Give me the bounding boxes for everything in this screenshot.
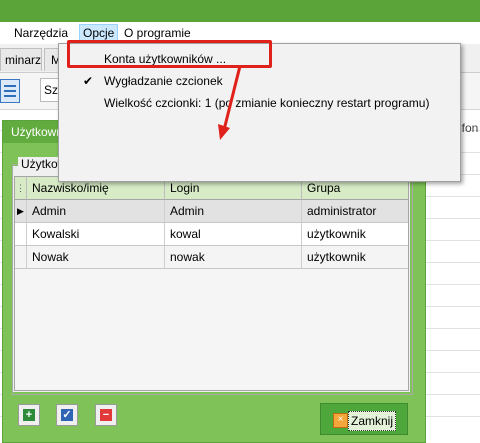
cell-name: Nowak: [27, 246, 165, 268]
row-selector: [15, 246, 27, 268]
cell-login: nowak: [165, 246, 302, 268]
annotation-arrow-icon: [218, 65, 242, 140]
table-row[interactable]: Kowalski kowal użytkownik: [15, 223, 408, 246]
cell-name: Kowalski: [27, 223, 165, 245]
cell-group: użytkownik: [307, 227, 366, 241]
app-title-strip: [0, 0, 480, 22]
list-icon[interactable]: [0, 79, 20, 103]
checkmark-icon: ✔: [83, 74, 94, 88]
grid-corner: ⋮: [15, 177, 27, 200]
close-icon: ×: [333, 413, 348, 428]
add-user-button[interactable]: +: [18, 404, 40, 426]
check-icon: ✓: [61, 409, 73, 421]
close-button-label: Zamknij: [348, 411, 397, 431]
cell-login: Admin: [165, 200, 302, 222]
minus-icon: −: [100, 409, 112, 421]
delete-user-button[interactable]: −: [95, 404, 117, 426]
edit-user-button[interactable]: ✓: [56, 404, 78, 426]
plus-icon: +: [23, 409, 35, 421]
tab-terminarz[interactable]: minarz: [0, 48, 42, 71]
cell-group: użytkownik: [307, 250, 366, 264]
table-row[interactable]: ▶ Admin Admin administrator: [15, 200, 408, 223]
users-grid: ⋮ Nazwisko/imię Login Grupa ▶ Admin Admi…: [14, 176, 409, 391]
table-row[interactable]: Nowak nowak użytkownik: [15, 246, 408, 269]
cell-name: Admin: [27, 200, 165, 222]
row-selector-icon: ▶: [15, 200, 27, 222]
menu-o-programie[interactable]: O programie: [121, 25, 194, 41]
cell-group: administrator: [307, 204, 377, 218]
row-selector: [15, 223, 27, 245]
menu-narzedzia[interactable]: Narzędzia: [11, 25, 71, 41]
cell-login: kowal: [165, 223, 302, 245]
close-button[interactable]: × Zamknij: [320, 403, 408, 435]
